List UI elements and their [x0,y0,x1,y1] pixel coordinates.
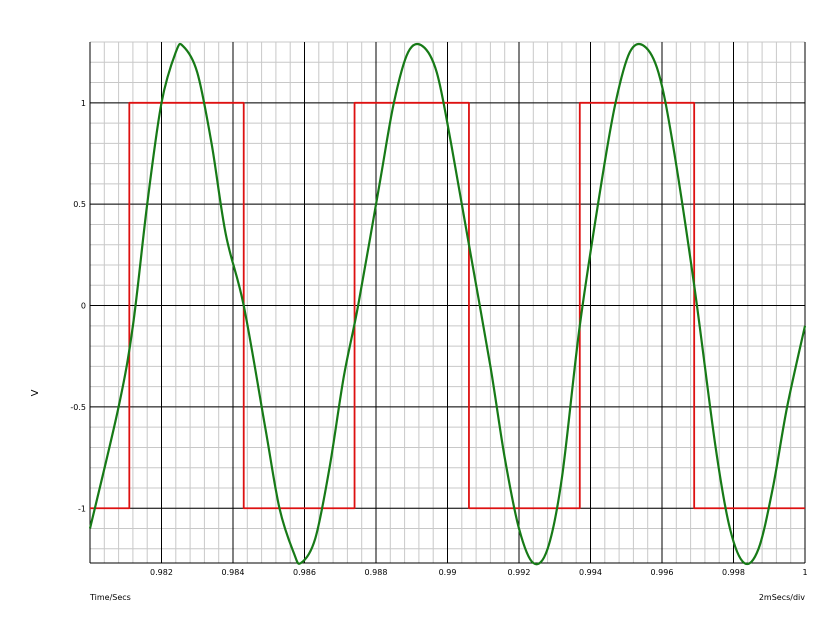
tick-labels: 0.982 0.984 0.986 0.988 0.99 0.992 0.994 0.996 0… [70,99,807,577]
x-tick-label: 0.982 [150,568,173,577]
y-tick-label: -0.5 [70,403,86,412]
x-scale-note: 2mSecs/div [759,593,805,602]
x-tick-label: 0.998 [722,568,745,577]
x-tick-label: 0.984 [222,568,245,577]
x-tick-label: 0.992 [508,568,531,577]
y-tick-label: 0.5 [73,200,86,209]
y-tick-label: 1 [81,99,86,108]
y-axis-label: V [30,389,41,396]
x-tick-label: 0.996 [651,568,674,577]
x-axis-label: Time/Secs [89,593,131,602]
y-tick-label: -1 [78,504,86,513]
x-tick-label: 1 [802,568,807,577]
oscilloscope-chart: 0.982 0.984 0.986 0.988 0.99 0.992 0.994 0.996 0… [30,41,808,602]
x-tick-label: 0.988 [365,568,388,577]
x-tick-label: 0.99 [439,568,457,577]
x-tick-label: 0.986 [293,568,316,577]
x-tick-label: 0.994 [579,568,602,577]
y-tick-label: 0 [81,302,86,311]
